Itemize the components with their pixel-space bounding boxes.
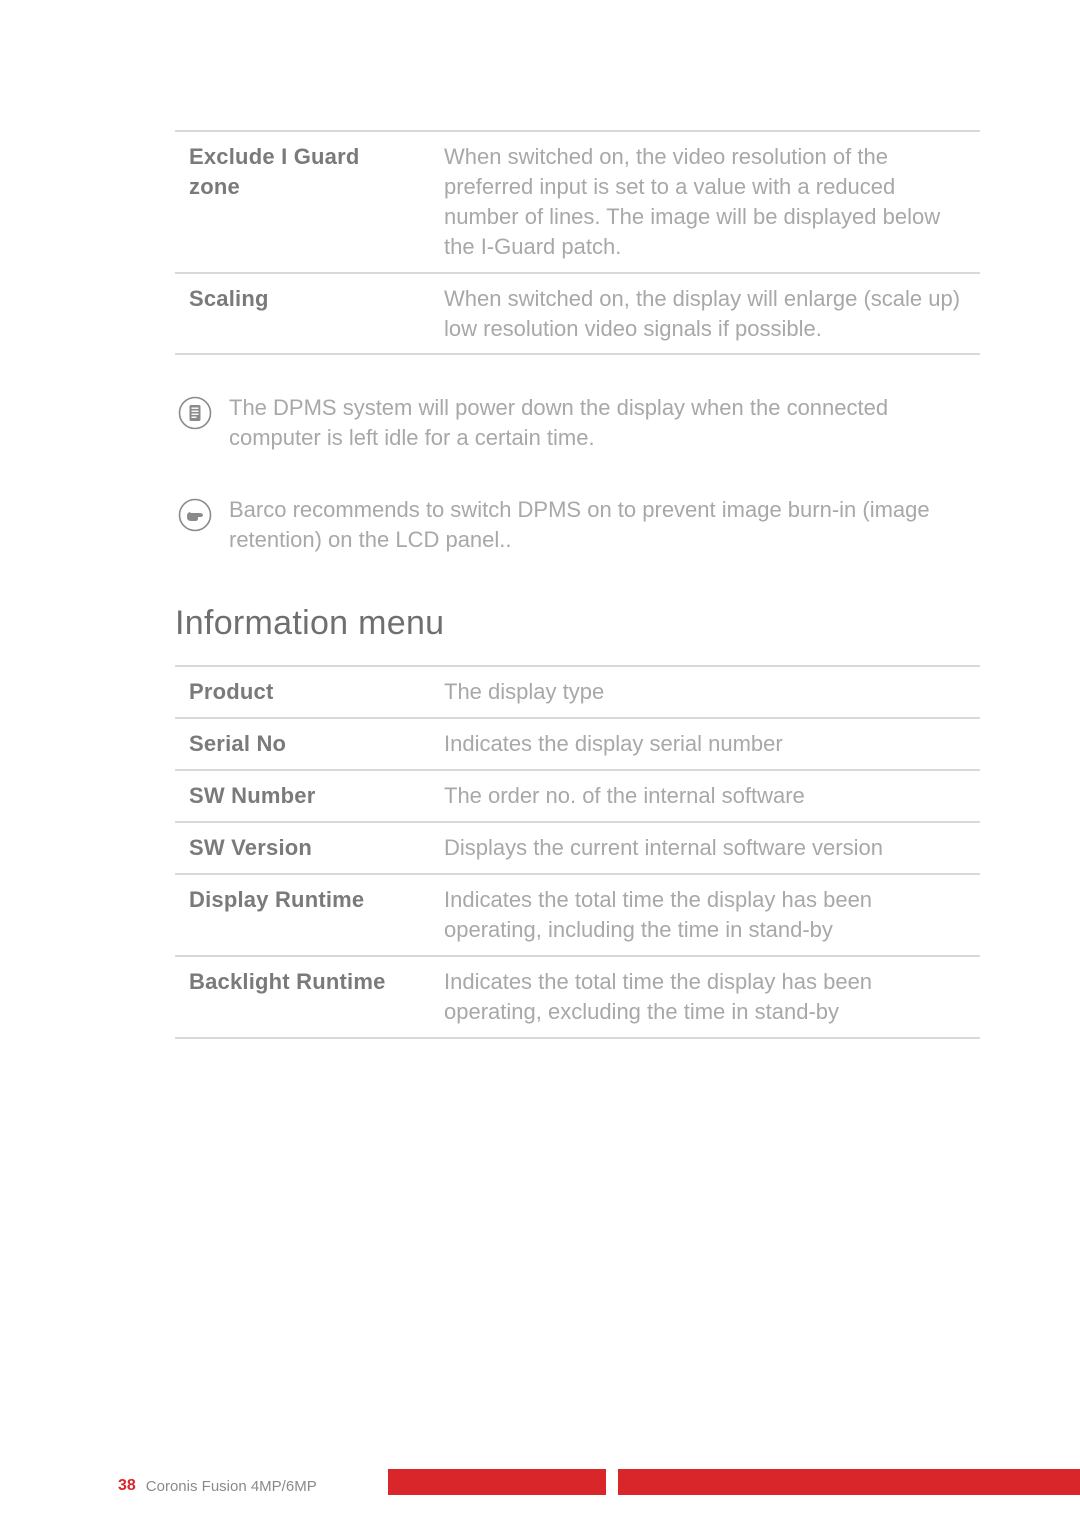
row-desc: The order no. of the internal software: [430, 770, 980, 822]
row-desc: Indicates the total time the display has…: [430, 874, 980, 956]
note-dpms: The DPMS system will power down the disp…: [167, 379, 980, 467]
row-label: Product: [175, 666, 430, 718]
row-desc: When switched on, the display will enlar…: [430, 273, 980, 355]
row-label: Exclude I Guard zone: [175, 131, 430, 273]
page-number: 38: [0, 1477, 146, 1495]
hand-point-icon: [167, 495, 223, 532]
row-label: Backlight Runtime: [175, 956, 430, 1038]
row-desc: Displays the current internal software v…: [430, 822, 980, 874]
row-desc: When switched on, the video resolution o…: [430, 131, 980, 273]
row-desc: The display type: [430, 666, 980, 718]
section-heading: Information menu: [175, 604, 980, 643]
note-text: The DPMS system will power down the disp…: [223, 393, 970, 452]
table-row: Product The display type: [175, 666, 980, 718]
page-footer: 38 Coronis Fusion 4MP/6MP: [0, 1477, 1080, 1495]
row-label: SW Version: [175, 822, 430, 874]
table-row: SW Number The order no. of the internal …: [175, 770, 980, 822]
table-row: SW Version Displays the current internal…: [175, 822, 980, 874]
row-desc: Indicates the display serial number: [430, 718, 980, 770]
row-label: Display Runtime: [175, 874, 430, 956]
note-text: Barco recommends to switch DPMS on to pr…: [223, 495, 970, 554]
table-row: Backlight Runtime Indicates the total ti…: [175, 956, 980, 1038]
footer-accent-bar: [388, 1469, 1080, 1495]
document-title: Coronis Fusion 4MP/6MP: [146, 1478, 317, 1495]
table-row: Scaling When switched on, the display wi…: [175, 273, 980, 355]
row-label: Scaling: [175, 273, 430, 355]
row-desc: Indicates the total time the display has…: [430, 956, 980, 1038]
row-label: Serial No: [175, 718, 430, 770]
table-row: Display Runtime Indicates the total time…: [175, 874, 980, 956]
table-row: Serial No Indicates the display serial n…: [175, 718, 980, 770]
row-label: SW Number: [175, 770, 430, 822]
settings-table: Exclude I Guard zone When switched on, t…: [175, 130, 980, 355]
information-menu-table: Product The display type Serial No Indic…: [175, 665, 980, 1038]
note-burnin: Barco recommends to switch DPMS on to pr…: [167, 481, 980, 568]
document-icon: [167, 393, 223, 430]
table-row: Exclude I Guard zone When switched on, t…: [175, 131, 980, 273]
